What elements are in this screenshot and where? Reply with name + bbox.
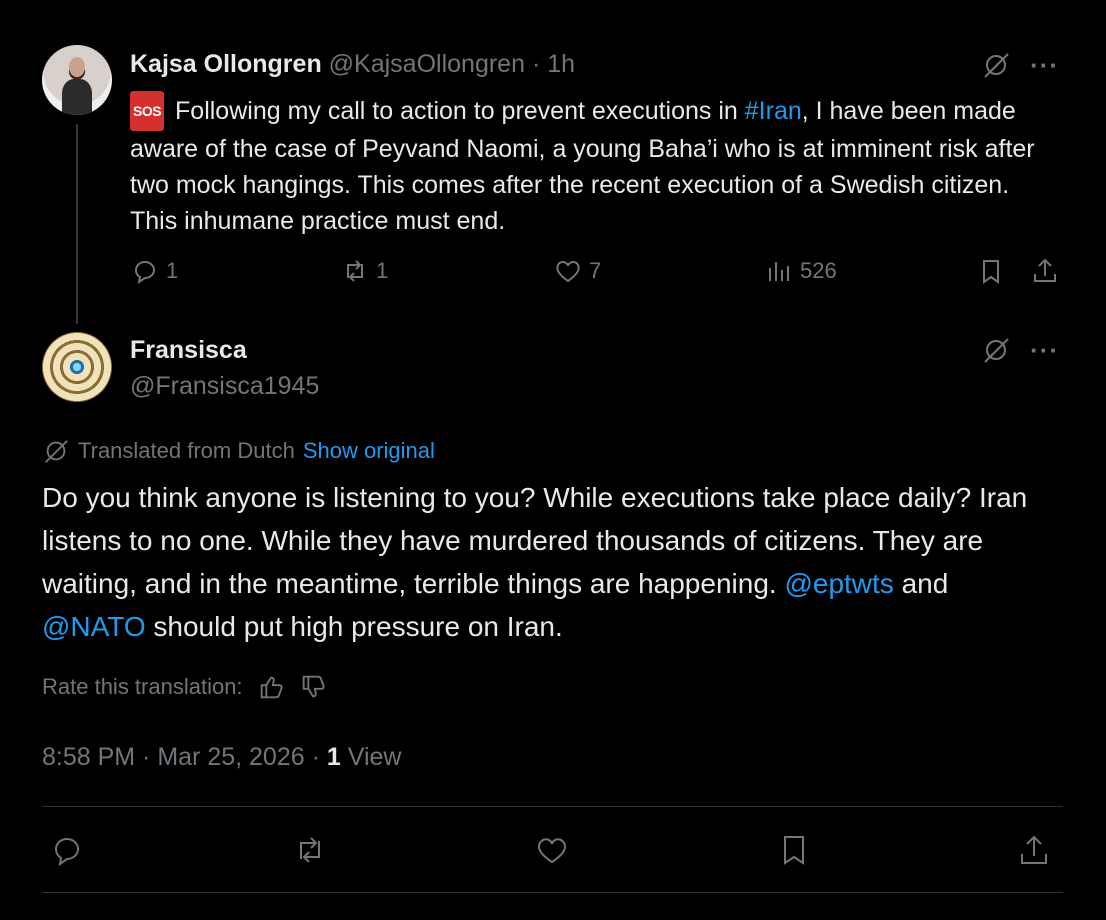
bookmark-icon (784, 836, 804, 865)
timestamp-text[interactable]: 8:58 PM · Mar 25, 2026 · (42, 743, 327, 771)
reply-count: 1 (166, 258, 179, 283)
mention-eptwts[interactable]: @eptwts (784, 568, 893, 599)
share-button[interactable] (1030, 256, 1060, 291)
share-icon (1034, 258, 1056, 282)
bookmark-button[interactable] (976, 256, 1006, 291)
grok-icon[interactable] (981, 335, 1011, 370)
reply-text-part: and (893, 568, 949, 599)
tweet-text-part: Following my call to action to prevent e… (168, 97, 745, 125)
share-action-button[interactable] (1016, 832, 1052, 873)
grok-icon[interactable] (981, 50, 1011, 85)
author-handle[interactable]: @KajsaOllongren (329, 50, 525, 78)
avatar-center (70, 360, 84, 374)
translated-label: Translated from Dutch (78, 438, 295, 463)
bookmark-icon (983, 260, 999, 284)
bookmark-action-button[interactable] (776, 832, 812, 873)
author-name[interactable]: Kajsa Ollongren (130, 50, 322, 78)
heart-icon (556, 261, 580, 283)
tweet-time[interactable]: 1h (547, 50, 575, 78)
reply-author-handle[interactable]: @Fransisca1945 (130, 372, 319, 401)
thread-line (76, 124, 78, 324)
avatar-fransisca[interactable] (42, 332, 112, 402)
view-count: 526 (800, 258, 837, 283)
rate-translation: Rate this translation: (42, 673, 327, 701)
reply-icon (134, 261, 155, 285)
reply-action-button[interactable] (50, 832, 86, 873)
rate-label: Rate this translation: (42, 674, 243, 699)
thumbs-up-icon[interactable] (257, 673, 285, 701)
views-icon (769, 262, 789, 281)
mention-nato[interactable]: @NATO (42, 611, 146, 642)
avatar-body (62, 79, 92, 115)
repost-button[interactable]: 1 (340, 256, 388, 286)
tweet-text: SOS Following my call to action to preve… (130, 91, 1040, 239)
reply-timestamp: 8:58 PM · Mar 25, 2026 · 1 View (42, 743, 401, 772)
share-icon (1021, 835, 1047, 864)
reply-author-name[interactable]: Fransisca (130, 336, 247, 365)
more-options-button[interactable]: ··· (1030, 335, 1059, 366)
thumbs-down-icon[interactable] (299, 673, 327, 701)
divider (42, 806, 1063, 807)
tweet1-header: Kajsa Ollongren @KajsaOllongren · 1h (130, 50, 575, 79)
like-button[interactable]: 7 (553, 256, 601, 286)
view-label: View (347, 743, 402, 771)
reply-button[interactable]: 1 (130, 256, 178, 286)
separator: · (531, 50, 541, 78)
views-button[interactable]: 526 (764, 256, 837, 286)
reply-text-part: should put high pressure on Iran. (145, 611, 563, 642)
bottom-divider (42, 892, 1063, 893)
show-original-link[interactable]: Show original (303, 438, 435, 464)
repost-icon (300, 837, 320, 863)
repost-icon (347, 260, 363, 282)
like-action-button[interactable] (534, 832, 570, 873)
avatar-face (69, 57, 85, 77)
hashtag-link[interactable]: #Iran (745, 97, 802, 125)
more-options-button[interactable]: ··· (1030, 50, 1059, 81)
repost-count: 1 (376, 258, 389, 283)
reply-icon (55, 838, 79, 867)
view-count: 1 (326, 743, 341, 771)
translate-icon (45, 440, 68, 463)
like-count: 7 (589, 258, 602, 283)
sos-emoji: SOS (130, 91, 165, 131)
translation-bar: Translated from Dutch Show original (42, 437, 435, 465)
avatar-kajsa[interactable] (42, 45, 112, 115)
repost-action-button[interactable] (292, 832, 328, 873)
reply-text: Do you think anyone is listening to you?… (42, 476, 1042, 648)
heart-icon (537, 838, 567, 864)
